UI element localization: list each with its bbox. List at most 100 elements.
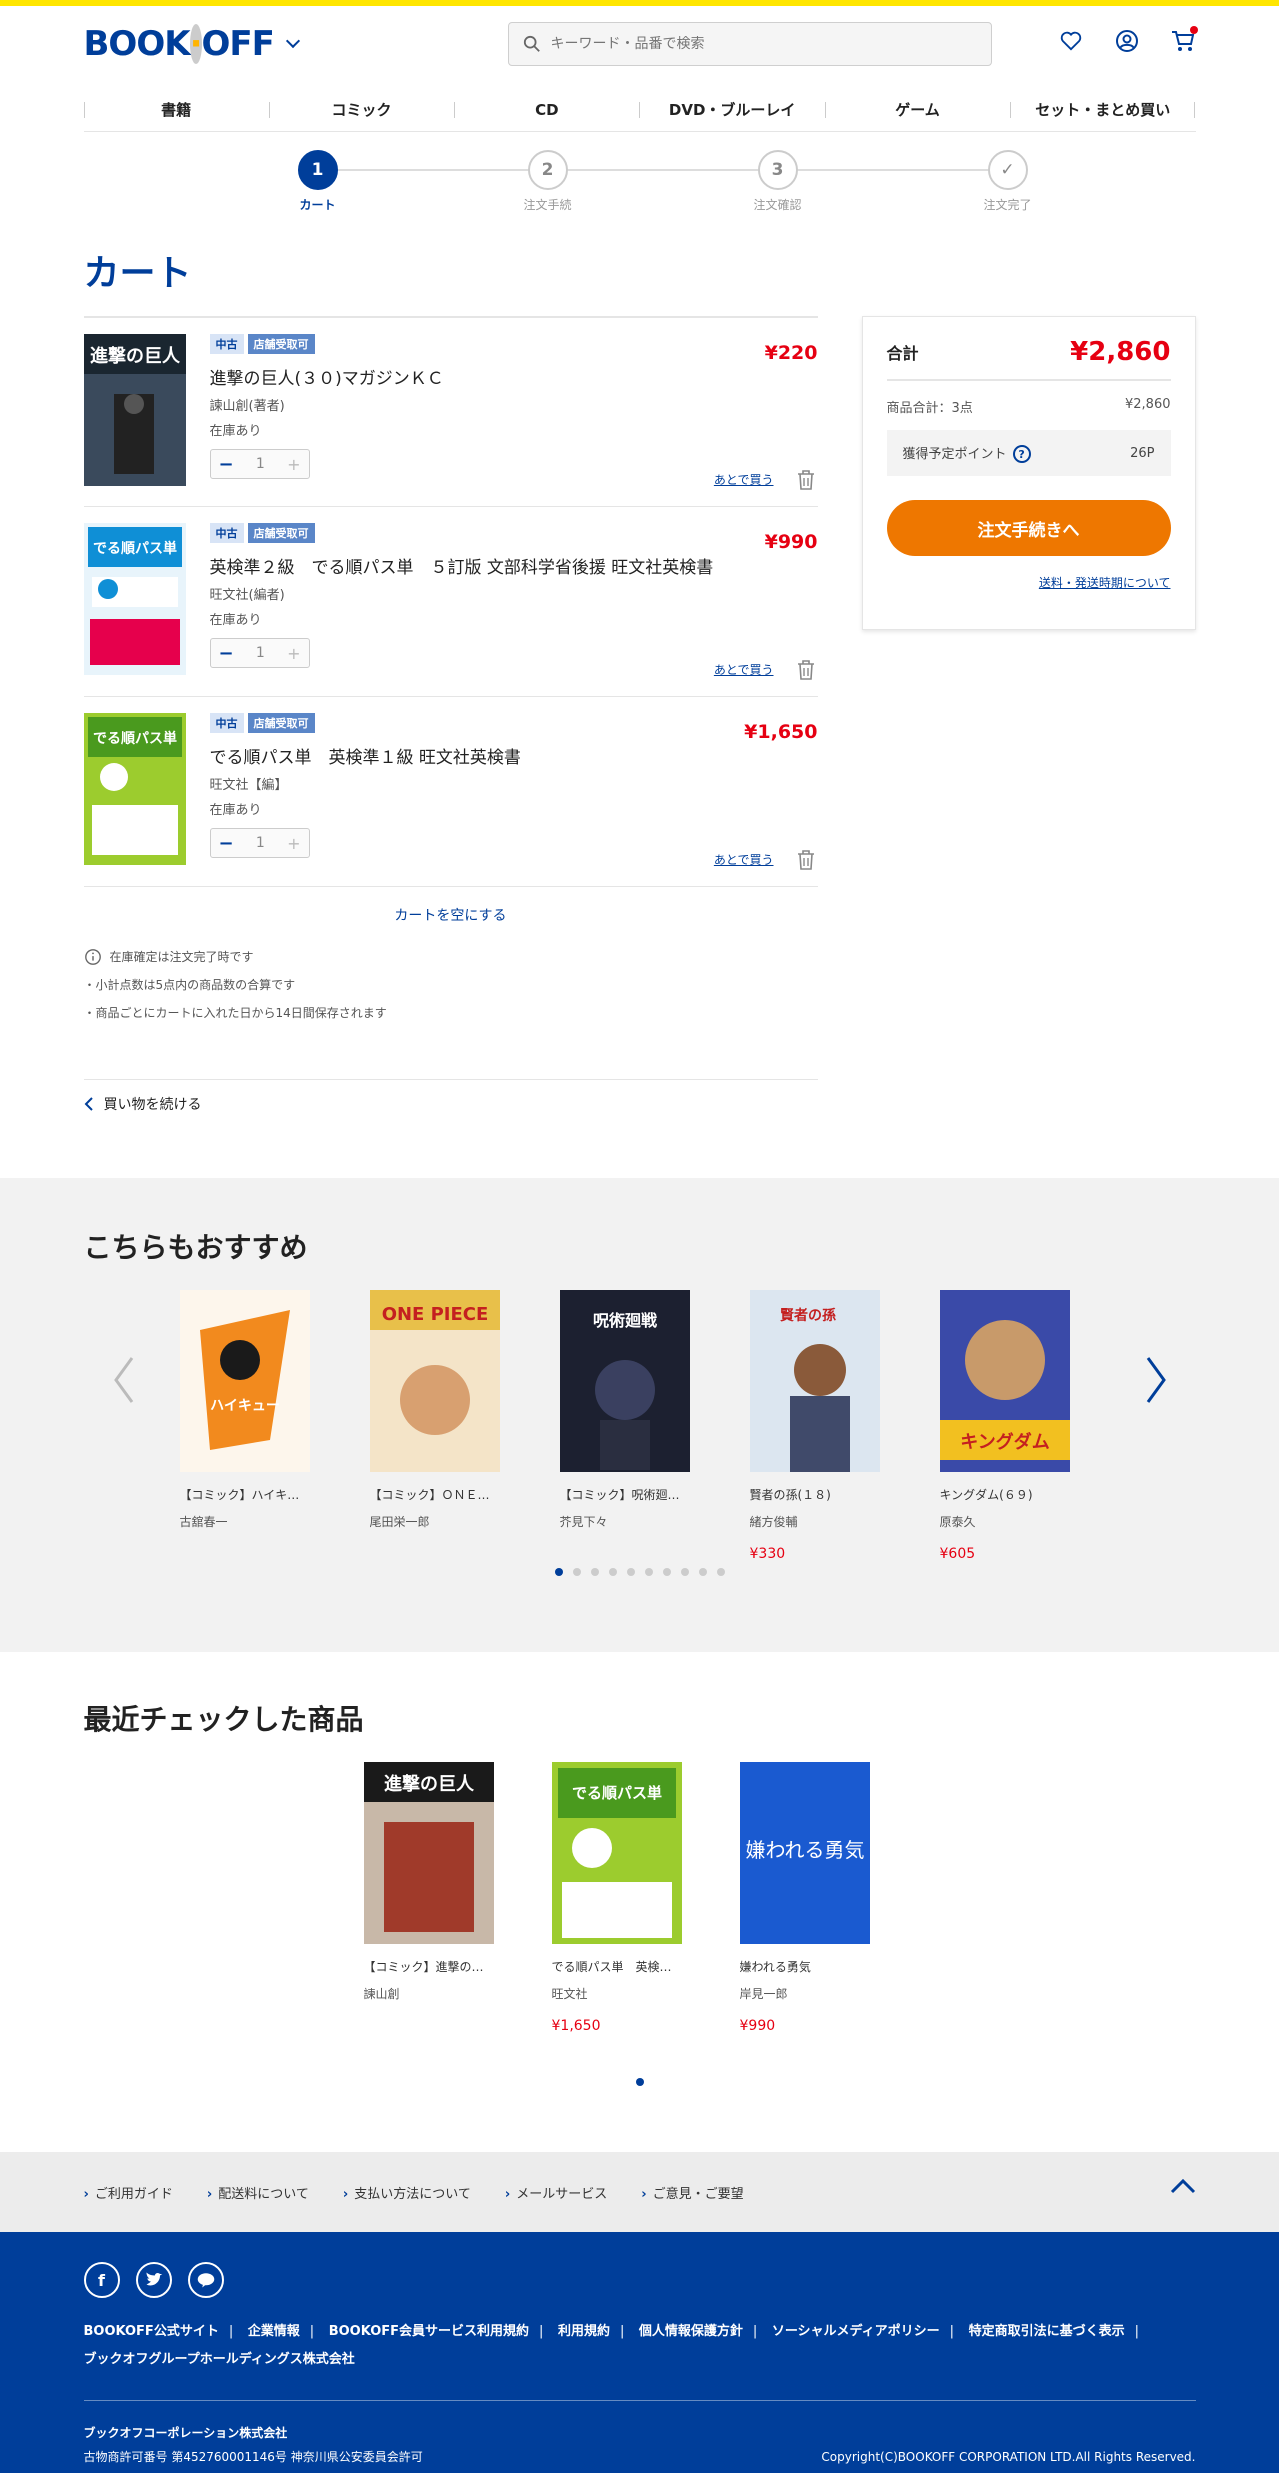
help-icon[interactable]: ? bbox=[1012, 445, 1031, 464]
save-for-later-link[interactable]: あとで買う bbox=[714, 851, 774, 868]
carousel-next-arrow-icon[interactable] bbox=[1136, 1350, 1176, 1410]
product-image[interactable]: 賢者の孫 bbox=[749, 1290, 880, 1472]
footer-link[interactable]: ご意見・ご要望 bbox=[641, 2183, 744, 2202]
product-title[interactable]: 【コミック】進撃の巨人（全… bbox=[364, 1958, 494, 1975]
item-title[interactable]: 進撃の巨人(３０)マガジンＫＣ bbox=[210, 364, 818, 389]
nav-item-cd[interactable]: CD bbox=[454, 88, 639, 131]
product-image[interactable]: キングダム bbox=[939, 1290, 1070, 1472]
footer-link[interactable]: 支払い方法について bbox=[343, 2183, 471, 2202]
pagination-dot[interactable] bbox=[698, 1568, 707, 1576]
save-for-later-link[interactable]: あとで買う bbox=[714, 471, 774, 488]
product-image[interactable]: でる順パス単 bbox=[551, 1762, 682, 1944]
corp-link[interactable]: BOOKOFF会員サービス利用規約 bbox=[329, 2324, 529, 2339]
qty-minus-button[interactable]: − bbox=[219, 833, 234, 854]
product-card[interactable]: 進撃の巨人 【コミック】進撃の巨人（全… 諫山創 bbox=[363, 1762, 494, 2034]
twitter-icon[interactable] bbox=[135, 2262, 172, 2298]
pagination-dot[interactable] bbox=[626, 1568, 635, 1576]
carousel-prev-arrow-icon[interactable] bbox=[104, 1350, 144, 1410]
corp-link[interactable]: BOOKOFF公式サイト bbox=[84, 2324, 219, 2339]
book-cover-image[interactable]: でる順パス単 bbox=[83, 713, 186, 865]
footer-link[interactable]: メールサービス bbox=[505, 2183, 607, 2202]
facebook-icon[interactable]: f bbox=[83, 2262, 120, 2298]
account-icon[interactable] bbox=[1114, 28, 1140, 54]
product-image[interactable]: 嫌われる勇気 bbox=[739, 1762, 870, 1944]
item-stock: 在庫あり bbox=[209, 424, 262, 439]
pagination-dot[interactable] bbox=[662, 1568, 671, 1576]
note-text: ・商品ごとにカートに入れた日から14日間保存されます bbox=[83, 1006, 387, 1020]
pagination-dot[interactable] bbox=[572, 1568, 581, 1576]
step-label: 注文手続 bbox=[523, 198, 572, 212]
qty-plus-button[interactable]: + bbox=[287, 834, 300, 853]
product-image[interactable]: ONE PIECE bbox=[369, 1290, 500, 1472]
chevron-down-icon[interactable] bbox=[285, 33, 300, 49]
corp-link[interactable]: 企業情報 bbox=[248, 2324, 300, 2339]
trash-icon[interactable] bbox=[794, 848, 818, 872]
save-for-later-link[interactable]: あとで買う bbox=[714, 661, 774, 678]
step-complete: ✓ 注文完了 bbox=[948, 150, 1068, 213]
nav-item-dvd[interactable]: DVD・ブルーレイ bbox=[639, 88, 824, 131]
back-to-top-icon[interactable] bbox=[1170, 2178, 1196, 2194]
cart-icon[interactable] bbox=[1170, 26, 1198, 54]
product-image[interactable]: 進撃の巨人 bbox=[363, 1762, 494, 1944]
corp-link[interactable]: 特定商取引法に基づく表示 bbox=[969, 2324, 1125, 2339]
book-cover-image[interactable]: でる順パス単 bbox=[83, 523, 186, 675]
nav-item-games[interactable]: ゲーム bbox=[824, 88, 1010, 131]
product-card[interactable]: ONE PIECE 【コミック】ＯＮＥ ＰＩＥ… 尾田栄一郎 bbox=[369, 1290, 500, 1562]
qty-plus-button[interactable]: + bbox=[287, 455, 300, 474]
product-title[interactable]: 嫌われる勇気 bbox=[740, 1958, 870, 1975]
product-card[interactable]: 呪術廻戦 【コミック】呪術廻戦（１～… 芥見下々 bbox=[559, 1290, 690, 1562]
pagination-dot[interactable] bbox=[680, 1568, 689, 1576]
search-input[interactable] bbox=[550, 36, 951, 52]
pagination-dot[interactable] bbox=[635, 2078, 644, 2086]
book-cover-image[interactable]: 進撃の巨人 bbox=[83, 334, 186, 486]
checkout-button[interactable]: 注文手続きへ bbox=[886, 500, 1171, 556]
nav-item-books[interactable]: 書籍 bbox=[83, 88, 269, 131]
line-icon[interactable] bbox=[187, 2262, 224, 2298]
product-title[interactable]: でる順パス単 英検準１級 bbox=[552, 1958, 682, 1975]
continue-shopping-link[interactable]: 買い物を続ける bbox=[83, 1079, 818, 1128]
corp-link[interactable]: ブックオフグループホールディングス株式会社 bbox=[84, 2352, 355, 2367]
product-title[interactable]: 【コミック】呪術廻戦（１～… bbox=[560, 1486, 690, 1503]
nav-item-sets[interactable]: セット・まとめ買い bbox=[1010, 88, 1196, 131]
total-value: ¥2,860 bbox=[1070, 337, 1171, 367]
pagination-dot[interactable] bbox=[644, 1568, 653, 1576]
qty-value[interactable]: 1 bbox=[256, 456, 265, 472]
footer-link[interactable]: ご利用ガイド bbox=[84, 2183, 173, 2202]
qty-value[interactable]: 1 bbox=[256, 835, 265, 851]
product-title[interactable]: 賢者の孫(１８) bbox=[750, 1486, 880, 1503]
product-title[interactable]: 【コミック】ハイキュー！！（… bbox=[180, 1486, 310, 1503]
nav-item-comics[interactable]: コミック bbox=[268, 88, 454, 131]
product-price: ¥330 bbox=[749, 1546, 786, 1562]
pagination-dot[interactable] bbox=[554, 1568, 563, 1576]
corp-link[interactable]: ソーシャルメディアポリシー bbox=[772, 2324, 940, 2339]
item-title[interactable]: 英検準２級 でる順パス単 ５訂版 文部科学省後援 旺文社英検書 bbox=[210, 553, 818, 578]
product-image[interactable]: ハイキュー bbox=[179, 1290, 310, 1472]
pagination-dot[interactable] bbox=[716, 1568, 725, 1576]
search-icon bbox=[523, 35, 540, 52]
logo[interactable]: BOOK·OFF bbox=[84, 22, 300, 66]
pagination-dot[interactable] bbox=[590, 1568, 599, 1576]
favorite-heart-icon[interactable] bbox=[1058, 28, 1084, 54]
qty-value[interactable]: 1 bbox=[256, 645, 265, 661]
corp-link[interactable]: 個人情報保護方針 bbox=[639, 2324, 743, 2339]
qty-plus-button[interactable]: + bbox=[287, 644, 300, 663]
product-title[interactable]: キングダム(６９) bbox=[940, 1486, 1070, 1503]
product-card[interactable]: キングダム キングダム(６９) 原泰久 ¥605 bbox=[939, 1290, 1070, 1562]
item-title[interactable]: でる順パス単 英検準１級 旺文社英検書 bbox=[210, 743, 818, 768]
empty-cart-link[interactable]: カートを空にする bbox=[83, 886, 818, 943]
section-title: こちらもおすすめ bbox=[83, 1231, 308, 1264]
footer-link[interactable]: 配送料について bbox=[207, 2183, 309, 2202]
product-image[interactable]: 呪術廻戦 bbox=[559, 1290, 690, 1472]
pagination-dot[interactable] bbox=[608, 1568, 617, 1576]
product-card[interactable]: 嫌われる勇気 嫌われる勇気 岸見一郎 ¥990 bbox=[739, 1762, 870, 2034]
product-title[interactable]: 【コミック】ＯＮＥ ＰＩＥ… bbox=[370, 1486, 500, 1503]
qty-minus-button[interactable]: − bbox=[219, 454, 234, 475]
trash-icon[interactable] bbox=[794, 468, 818, 492]
product-card[interactable]: でる順パス単 でる順パス単 英検準１級 旺文社 ¥1,650 bbox=[551, 1762, 682, 2034]
product-card[interactable]: ハイキュー 【コミック】ハイキュー！！（… 古舘春一 bbox=[179, 1290, 310, 1562]
product-card[interactable]: 賢者の孫 賢者の孫(１８) 緒方俊輔 ¥330 bbox=[749, 1290, 880, 1562]
corp-link[interactable]: 利用規約 bbox=[558, 2324, 610, 2339]
trash-icon[interactable] bbox=[794, 658, 818, 682]
qty-minus-button[interactable]: − bbox=[219, 643, 234, 664]
shipping-info-link[interactable]: 送料・発送時期について bbox=[887, 574, 1171, 591]
